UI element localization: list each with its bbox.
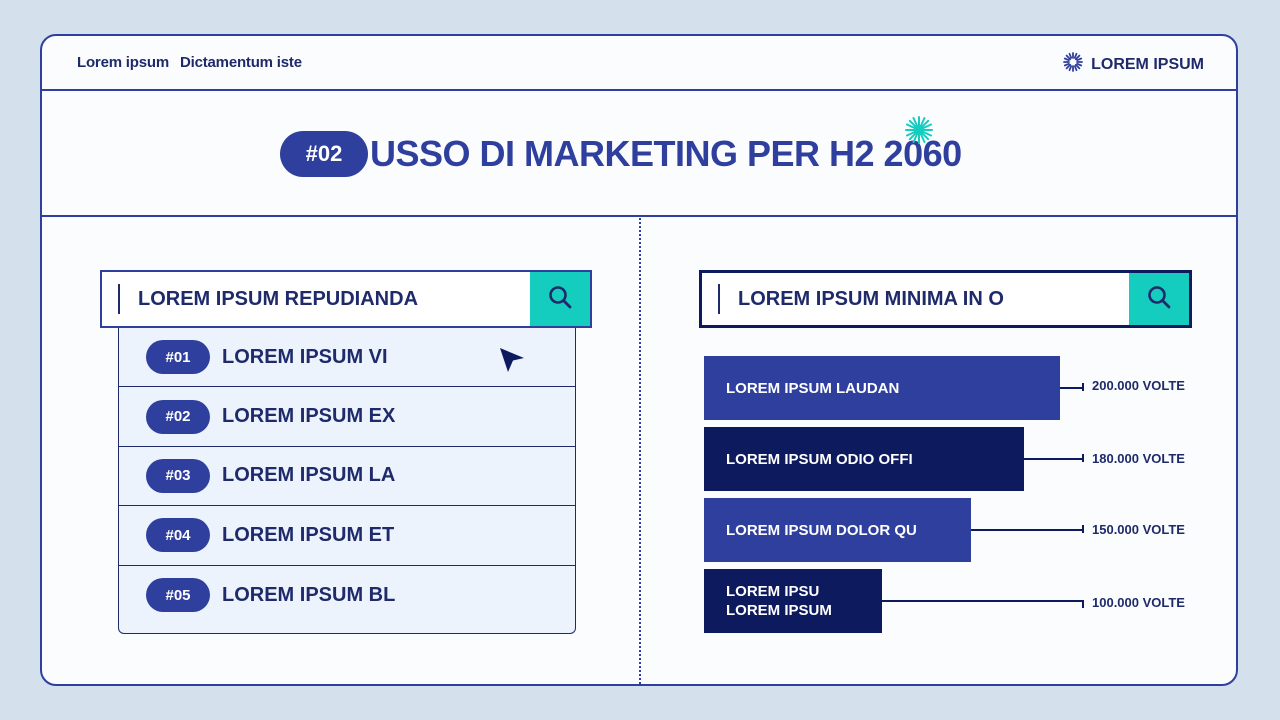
leader-line <box>882 600 1084 602</box>
bar: LOREM IPSU LOREM IPSUM <box>704 569 882 633</box>
suggestion-item[interactable]: #03 LOREM IPSUM LA <box>119 447 575 507</box>
leader-line-end <box>1082 383 1084 391</box>
bar-row: LOREM IPSUM LAUDAN 200.000 VOLTE <box>704 356 1204 420</box>
leader-line-end <box>1082 600 1084 608</box>
bar: LOREM IPSUM DOLOR QU <box>704 498 971 562</box>
rank-badge: #02 <box>146 399 210 434</box>
left-search-button[interactable] <box>530 272 590 326</box>
title-number-badge: #02 <box>280 131 368 177</box>
brand-name: LOREM IPSUM <box>1091 55 1204 73</box>
rank-badge: #04 <box>146 518 210 553</box>
suggestion-label: LOREM IPSUM EX <box>222 405 396 428</box>
left-search-box[interactable]: LOREM IPSUM REPUDIANDA <box>100 270 592 328</box>
suggestion-item[interactable]: #04 LOREM IPSUM ET <box>119 506 575 566</box>
bar-value: 100.000 VOLTE <box>1092 595 1185 610</box>
suggestion-label: LOREM IPSUM BL <box>222 583 396 606</box>
column-divider <box>639 218 641 684</box>
slide-card: Lorem ipsum Dictamentum iste LOREM IPSUM… <box>40 34 1238 686</box>
spark-icon <box>904 115 934 150</box>
bar: LOREM IPSUM LAUDAN <box>704 356 1060 420</box>
leader-line <box>1024 458 1084 460</box>
left-search-query[interactable]: LOREM IPSUM REPUDIANDA <box>138 288 530 311</box>
rank-badge: #03 <box>146 458 210 493</box>
leader-line-end <box>1082 454 1084 462</box>
header-text: Lorem ipsum Dictamentum iste <box>77 54 377 74</box>
mouse-pointer-icon <box>498 346 526 379</box>
rank-badge: #01 <box>146 340 210 375</box>
suggestion-label: LOREM IPSUM LA <box>222 464 396 487</box>
search-icon <box>1146 284 1172 315</box>
leader-line-end <box>1082 525 1084 533</box>
right-search-box[interactable]: LOREM IPSUM MINIMA IN O <box>699 270 1192 328</box>
right-search-query[interactable]: LOREM IPSUM MINIMA IN O <box>738 288 1129 311</box>
title-area: USSO DI MARKETING PER H2 2060 #02 <box>42 91 1236 217</box>
header-text-b: Dictamentum iste <box>180 54 302 71</box>
bar: LOREM IPSUM ODIO OFFI <box>704 427 1024 491</box>
bar-value: 180.000 VOLTE <box>1092 451 1185 466</box>
brand: LOREM IPSUM <box>1063 52 1204 77</box>
search-icon <box>547 284 573 315</box>
suggestion-label: LOREM IPSUM VI <box>222 345 388 368</box>
page-title: USSO DI MARKETING PER H2 2060 <box>370 133 962 174</box>
rank-badge: #05 <box>146 578 210 613</box>
leader-line <box>971 529 1084 531</box>
bar-row: LOREM IPSU LOREM IPSUM 100.000 VOLTE <box>704 569 1204 633</box>
header-text-a: Lorem ipsum <box>77 54 169 71</box>
suggestion-label: LOREM IPSUM ET <box>222 523 395 546</box>
suggestion-item[interactable]: #05 LOREM IPSUM BL <box>119 566 575 625</box>
text-caret <box>118 284 120 314</box>
text-caret <box>718 284 720 314</box>
bar-value: 200.000 VOLTE <box>1092 378 1185 393</box>
sunburst-icon <box>1063 52 1084 77</box>
bar-row: LOREM IPSUM DOLOR QU 150.000 VOLTE <box>704 498 1204 562</box>
bar-row: LOREM IPSUM ODIO OFFI 180.000 VOLTE <box>704 427 1204 491</box>
top-bar: Lorem ipsum Dictamentum iste LOREM IPSUM <box>42 36 1236 91</box>
suggestion-item[interactable]: #02 LOREM IPSUM EX <box>119 387 575 447</box>
leader-line <box>1060 387 1084 389</box>
right-search-button[interactable] <box>1129 273 1189 325</box>
bar-value: 150.000 VOLTE <box>1092 522 1185 537</box>
